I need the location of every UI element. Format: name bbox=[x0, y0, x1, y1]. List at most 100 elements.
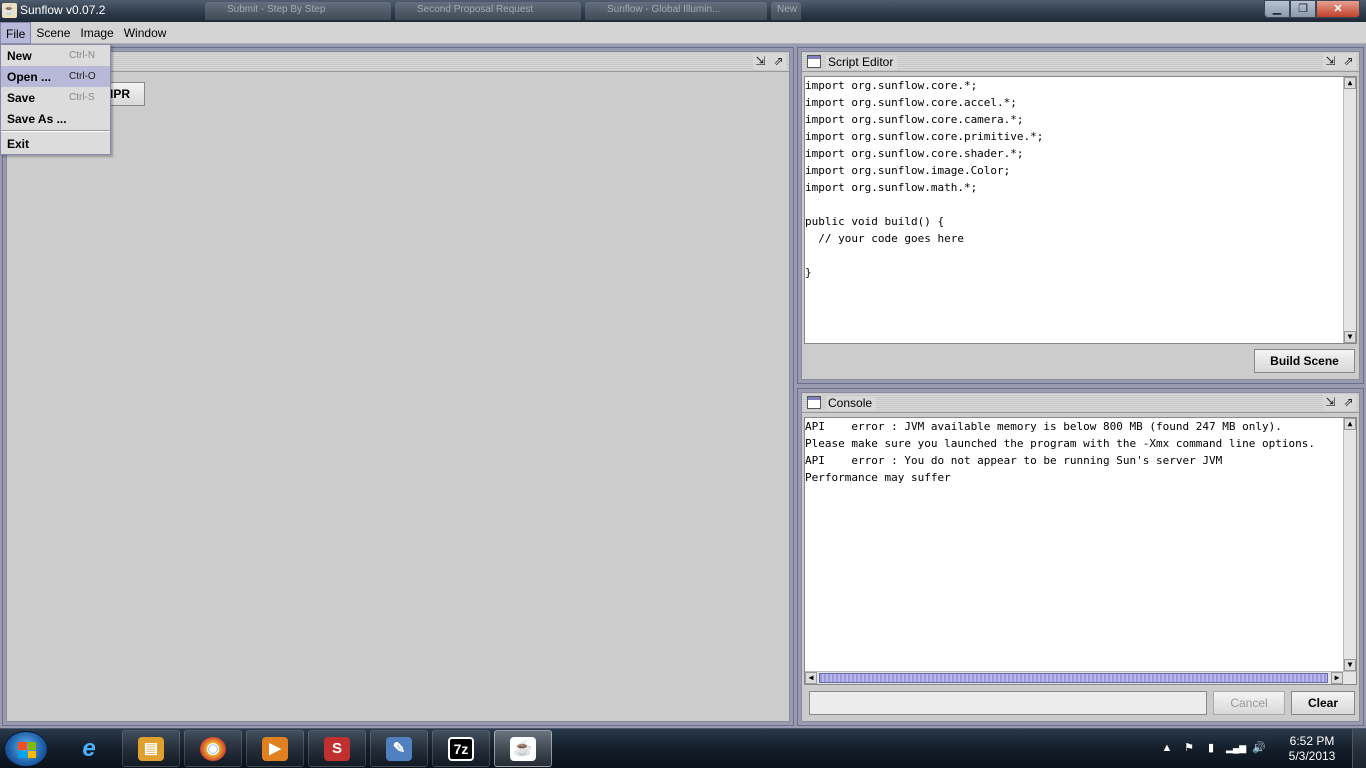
taskbar-chrome-icon[interactable]: ◉ bbox=[184, 730, 242, 767]
power-icon[interactable]: ▮ bbox=[1204, 741, 1218, 755]
clock-time: 6:52 PM bbox=[1289, 734, 1335, 748]
background-tabs: Submit - Step By Step Second Proposal Re… bbox=[205, 2, 801, 20]
taskbar-explorer-icon[interactable]: ▤ bbox=[122, 730, 180, 767]
paint-icon: ✎ bbox=[386, 737, 412, 761]
frame-buttons: ⇲ ⇗ bbox=[1323, 395, 1356, 410]
frame-window-icon bbox=[807, 55, 821, 68]
menu-item-open[interactable]: Open ... Ctrl-O bbox=[1, 66, 110, 87]
java-app-icon: ☕ bbox=[2, 3, 17, 18]
scroll-down-arrow-icon[interactable]: ▼ bbox=[1344, 331, 1356, 343]
volume-icon[interactable]: 🔊 bbox=[1252, 741, 1266, 755]
console-titlebar[interactable]: Console ⇲ ⇗ bbox=[802, 393, 1359, 413]
code-line: } bbox=[805, 266, 812, 279]
render-frame-titlebar[interactable]: ⇲ ⇗ bbox=[7, 52, 789, 72]
menu-window[interactable]: Window bbox=[119, 22, 172, 44]
scroll-right-arrow-icon[interactable]: ▶ bbox=[1331, 672, 1343, 684]
window-titlebar[interactable]: ☕ Sunflow v0.07.2 Submit - Step By Step … bbox=[0, 0, 1366, 22]
frame-minimize-icon[interactable]: ⇲ bbox=[753, 54, 768, 69]
network-signal-icon[interactable]: ▂▄▆ bbox=[1226, 741, 1246, 755]
clear-button[interactable]: Clear bbox=[1291, 691, 1355, 715]
menu-item-shortcut: Ctrl-O bbox=[69, 71, 96, 82]
code-line: import org.sunflow.math.*; bbox=[805, 181, 978, 194]
console-body: Console ⇲ ⇗ API error : JVM available me… bbox=[801, 392, 1360, 722]
system-tray: ▲ ⚑ ▮ ▂▄▆ 🔊 6:52 PM 5/3/2013 bbox=[1156, 729, 1366, 768]
windows-taskbar: e ▤ ◉ ▶ S ✎ 7z ☕ ▲ ⚑ ▮ ▂▄▆ 🔊 6:52 PM 5/3… bbox=[0, 728, 1366, 768]
menu-image[interactable]: Image bbox=[75, 22, 118, 44]
script-editor-textarea[interactable]: import org.sunflow.core.*; import org.su… bbox=[804, 76, 1357, 344]
clock-date: 5/3/2013 bbox=[1288, 749, 1336, 763]
script-editor-titlebar[interactable]: Script Editor ⇲ ⇗ bbox=[802, 52, 1359, 72]
horizontal-scrollbar[interactable]: ◀ ▶ bbox=[805, 671, 1356, 684]
script-editor-body: Script Editor ⇲ ⇗ import org.sunflow.cor… bbox=[801, 51, 1360, 380]
close-button[interactable]: ✕ bbox=[1316, 0, 1360, 18]
menu-item-label: Exit bbox=[7, 137, 30, 151]
file-menu-dropdown: New Ctrl-N Open ... Ctrl-O Save Ctrl-S S… bbox=[0, 44, 111, 155]
chrome-icon: ◉ bbox=[200, 737, 226, 761]
build-scene-button[interactable]: Build Scene bbox=[1254, 349, 1355, 373]
frame-window-icon bbox=[807, 396, 821, 409]
menu-separator bbox=[1, 130, 110, 132]
start-button[interactable] bbox=[4, 731, 48, 767]
code-line: import org.sunflow.image.Color; bbox=[805, 164, 1011, 177]
action-center-flag-icon[interactable]: ⚑ bbox=[1182, 741, 1196, 755]
frame-maximize-icon[interactable]: ⇗ bbox=[1341, 54, 1356, 69]
menu-file[interactable]: File bbox=[0, 22, 32, 44]
menu-item-new[interactable]: New Ctrl-N bbox=[1, 45, 110, 66]
minimize-button[interactable]: ▁ bbox=[1264, 0, 1290, 18]
7zip-icon: 7z bbox=[448, 737, 474, 761]
vertical-scrollbar[interactable]: ▲ ▼ bbox=[1343, 77, 1356, 343]
console-line: API error : You do not appear to be runn… bbox=[805, 454, 1223, 467]
frame-minimize-icon[interactable]: ⇲ bbox=[1323, 395, 1338, 410]
show-hidden-icons-icon[interactable]: ▲ bbox=[1160, 741, 1174, 755]
menu-item-shortcut: Ctrl-N bbox=[69, 50, 96, 61]
ie-icon: e bbox=[82, 735, 96, 762]
menu-item-label: Save bbox=[7, 91, 36, 105]
taskbar-ie-icon[interactable]: e bbox=[60, 730, 118, 767]
script-editor-frame: Script Editor ⇲ ⇗ import org.sunflow.cor… bbox=[797, 47, 1364, 384]
menu-bar: File Scene Image Window bbox=[0, 22, 1366, 44]
code-line: import org.sunflow.core.shader.*; bbox=[805, 147, 1024, 160]
windows-logo-icon bbox=[18, 742, 36, 758]
background-tab: Submit - Step By Step bbox=[205, 2, 391, 20]
taskbar-java-icon[interactable]: ☕ bbox=[494, 730, 552, 767]
vertical-scrollbar[interactable]: ▲ ▼ bbox=[1343, 418, 1356, 671]
menu-item-save[interactable]: Save Ctrl-S bbox=[1, 87, 110, 108]
frame-maximize-icon[interactable]: ⇗ bbox=[1341, 395, 1356, 410]
taskbar-paint-icon[interactable]: ✎ bbox=[370, 730, 428, 767]
window-title: Sunflow v0.07.2 bbox=[20, 3, 106, 17]
console-output[interactable]: API error : JVM available memory is belo… bbox=[804, 417, 1357, 685]
folder-icon: ▤ bbox=[138, 737, 164, 761]
system-clock[interactable]: 6:52 PM 5/3/2013 bbox=[1282, 734, 1342, 764]
menu-scene[interactable]: Scene bbox=[31, 22, 75, 44]
frame-buttons: ⇲ ⇗ bbox=[1323, 54, 1356, 69]
show-desktop-button[interactable] bbox=[1352, 729, 1366, 768]
background-tab: Sunflow - Global Illumin... bbox=[585, 2, 767, 20]
menu-item-label: New bbox=[7, 49, 32, 63]
taskbar-media-player-icon[interactable]: ▶ bbox=[246, 730, 304, 767]
scroll-thumb[interactable] bbox=[819, 673, 1328, 683]
cancel-button[interactable]: Cancel bbox=[1213, 691, 1285, 715]
console-frame: Console ⇲ ⇗ API error : JVM available me… bbox=[797, 388, 1364, 726]
menu-item-label: Save As ... bbox=[7, 112, 67, 126]
maximize-button[interactable]: ❐ bbox=[1290, 0, 1316, 18]
console-line: API error : JVM available memory is belo… bbox=[805, 420, 1282, 433]
menu-item-exit[interactable]: Exit bbox=[1, 133, 110, 154]
console-command-input[interactable] bbox=[809, 691, 1207, 715]
scroll-down-arrow-icon[interactable]: ▼ bbox=[1344, 659, 1356, 671]
render-frame-body: ⇲ ⇗ IPR bbox=[6, 51, 790, 722]
java-icon: ☕ bbox=[510, 737, 536, 761]
taskbar-sketchup-icon[interactable]: S bbox=[308, 730, 366, 767]
frame-minimize-icon[interactable]: ⇲ bbox=[1323, 54, 1338, 69]
scroll-up-arrow-icon[interactable]: ▲ bbox=[1344, 77, 1356, 89]
menu-item-save-as[interactable]: Save As ... bbox=[1, 108, 110, 129]
script-code: import org.sunflow.core.*; import org.su… bbox=[805, 77, 1356, 281]
frame-maximize-icon[interactable]: ⇗ bbox=[771, 54, 786, 69]
scroll-up-arrow-icon[interactable]: ▲ bbox=[1344, 418, 1356, 430]
scroll-left-arrow-icon[interactable]: ◀ bbox=[805, 672, 817, 684]
console-line: Performance may suffer bbox=[805, 471, 951, 484]
taskbar-7zip-icon[interactable]: 7z bbox=[432, 730, 490, 767]
code-line: public void build() { bbox=[805, 215, 945, 228]
console-title: Console bbox=[826, 396, 877, 410]
code-line: // your code goes here bbox=[805, 232, 964, 245]
